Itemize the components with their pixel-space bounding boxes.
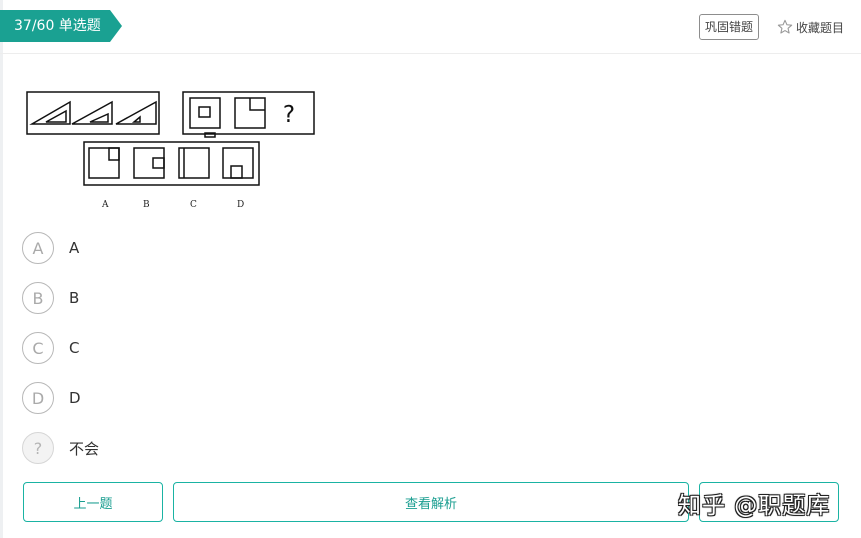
- option-unknown[interactable]: ? 不会: [22, 432, 322, 464]
- option-b[interactable]: B B: [22, 282, 322, 314]
- option-d-text: D: [69, 389, 81, 407]
- previous-question-button[interactable]: 上一题: [23, 482, 163, 522]
- figure-label-d: D: [237, 200, 245, 210]
- view-analysis-button[interactable]: 查看解析: [173, 482, 689, 522]
- figure-label-c: C: [190, 200, 197, 210]
- option-a-text: A: [69, 239, 80, 257]
- question-progress-text: 37/60 单选题: [14, 18, 101, 34]
- option-unknown-text: 不会: [69, 439, 100, 458]
- option-c-text: C: [69, 339, 80, 357]
- figure-label-b: B: [143, 200, 150, 210]
- option-a[interactable]: A A: [22, 232, 322, 264]
- option-d-circle[interactable]: D: [22, 382, 54, 414]
- star-icon: [777, 19, 793, 34]
- option-d[interactable]: D D: [22, 382, 322, 414]
- left-edge-rule: [0, 0, 3, 538]
- option-b-circle[interactable]: B: [22, 282, 54, 314]
- option-c[interactable]: C C: [22, 332, 322, 364]
- consolidate-mistakes-button[interactable]: 巩固错题: [699, 14, 759, 40]
- option-a-circle[interactable]: A: [22, 232, 54, 264]
- question-figure-drawing: ?: [26, 91, 315, 186]
- figure-label-a: A: [102, 200, 109, 210]
- option-c-circle[interactable]: C: [22, 332, 54, 364]
- question-progress-badge: 37/60 单选题: [0, 10, 122, 42]
- option-b-text: B: [69, 289, 80, 307]
- collect-question-button[interactable]: 收藏题目: [777, 17, 844, 37]
- question-header: 37/60 单选题 巩固错题 收藏题目: [0, 0, 861, 54]
- watermark: 知乎 @职题库: [678, 493, 831, 519]
- svg-text:?: ?: [283, 102, 295, 128]
- question-mark-icon[interactable]: ?: [22, 432, 54, 464]
- question-figure: ? A B C D: [24, 88, 319, 218]
- collect-question-label: 收藏题目: [796, 20, 845, 35]
